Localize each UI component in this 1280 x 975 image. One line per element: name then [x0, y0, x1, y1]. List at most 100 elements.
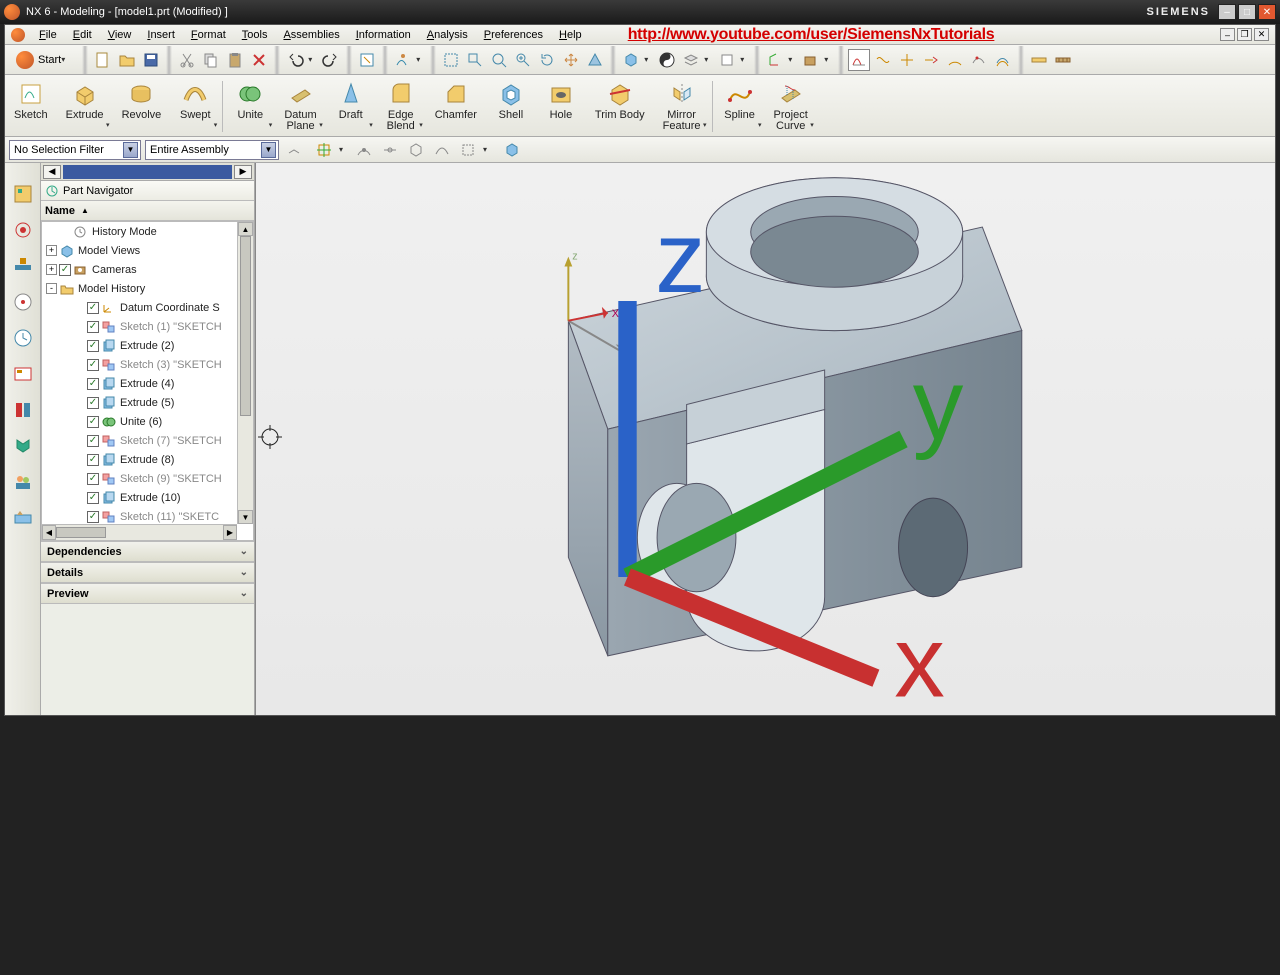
- new-file-icon[interactable]: [92, 49, 114, 71]
- yinyang-icon[interactable]: [656, 49, 678, 71]
- menu-analysis[interactable]: Analysis: [419, 29, 476, 41]
- checkbox[interactable]: [87, 359, 99, 371]
- checkbox[interactable]: [87, 492, 99, 504]
- checkbox[interactable]: [87, 302, 99, 314]
- delete-icon[interactable]: [248, 49, 270, 71]
- tree-row[interactable]: Sketch (9) "SKETCH: [42, 469, 253, 488]
- curve-tool-icon[interactable]: [872, 49, 894, 71]
- wcs-icon[interactable]: [764, 49, 786, 71]
- nav-column-header[interactable]: Name ▲: [41, 201, 254, 221]
- ribbon-project-curve[interactable]: ProjectCurve▾: [765, 77, 817, 136]
- tree-row[interactable]: Extrude (8): [42, 450, 253, 469]
- ribbon-trim-body[interactable]: Trim Body: [586, 77, 654, 136]
- menu-edit[interactable]: Edit: [65, 29, 100, 41]
- ribbon-revolve[interactable]: Revolve: [113, 77, 171, 136]
- hscroll-thumb[interactable]: [56, 527, 106, 538]
- checkbox[interactable]: [87, 473, 99, 485]
- menu-view[interactable]: View: [100, 29, 140, 41]
- part-navigator-tab-icon[interactable]: [12, 183, 34, 205]
- nav-active-tab[interactable]: [63, 165, 232, 179]
- hd3d-tab-icon[interactable]: [12, 363, 34, 385]
- snap-icon[interactable]: [313, 139, 335, 161]
- zoom-icon[interactable]: [488, 49, 510, 71]
- checkbox[interactable]: [87, 511, 99, 523]
- tree-row[interactable]: Sketch (7) "SKETCH: [42, 431, 253, 450]
- command-finder-icon[interactable]: [356, 49, 378, 71]
- ribbon-unite[interactable]: Unite▾: [225, 77, 275, 136]
- constraint-navigator-tab-icon[interactable]: [12, 255, 34, 277]
- checkbox[interactable]: [59, 264, 71, 276]
- snap-curve-icon[interactable]: [431, 139, 453, 161]
- vscroll-thumb[interactable]: [240, 236, 251, 416]
- redo-icon[interactable]: [320, 49, 342, 71]
- menu-tools[interactable]: Tools: [234, 29, 276, 41]
- expander-icon[interactable]: +: [46, 264, 57, 275]
- menu-information[interactable]: Information: [348, 29, 419, 41]
- mdi-close-button[interactable]: ✕: [1254, 28, 1269, 41]
- ribbon-hole[interactable]: Hole: [536, 77, 586, 136]
- menu-preferences[interactable]: Preferences: [476, 29, 551, 41]
- move-curve-icon[interactable]: [968, 49, 990, 71]
- mdi-minimize-button[interactable]: –: [1220, 28, 1235, 41]
- trim-icon[interactable]: [896, 49, 918, 71]
- checkbox[interactable]: [87, 378, 99, 390]
- checkbox[interactable]: [87, 397, 99, 409]
- fit-icon[interactable]: [440, 49, 462, 71]
- zoom-inout-icon[interactable]: [512, 49, 534, 71]
- nav-scroll-left-button[interactable]: ◀: [43, 165, 61, 179]
- menu-assemblies[interactable]: Assemblies: [275, 29, 347, 41]
- ribbon-extrude[interactable]: Extrude▾: [57, 77, 113, 136]
- copy-icon[interactable]: [200, 49, 222, 71]
- measure-icon[interactable]: [1028, 49, 1050, 71]
- paste-icon[interactable]: [224, 49, 246, 71]
- extend-icon[interactable]: [920, 49, 942, 71]
- dependencies-accordion[interactable]: Dependencies⌄: [41, 541, 254, 562]
- ribbon-shell[interactable]: Shell: [486, 77, 536, 136]
- people-tab-icon[interactable]: [12, 471, 34, 493]
- tree-row[interactable]: Datum Coordinate S: [42, 298, 253, 317]
- arc-icon[interactable]: [944, 49, 966, 71]
- expander-icon[interactable]: +: [46, 245, 57, 256]
- open-file-icon[interactable]: [116, 49, 138, 71]
- ribbon-datum-plane[interactable]: DatumPlane▾: [275, 77, 325, 136]
- tree-row[interactable]: +Cameras: [42, 260, 253, 279]
- scroll-up-button[interactable]: ▲: [238, 222, 253, 236]
- feature-tree[interactable]: History Mode+Model Views+Cameras-Model H…: [41, 221, 254, 541]
- menu-file[interactable]: File: [31, 29, 65, 41]
- selection-filter-combo[interactable]: No Selection Filter ▼: [9, 140, 141, 160]
- filter-icon-1[interactable]: [283, 139, 305, 161]
- checkbox[interactable]: [87, 321, 99, 333]
- perspective-icon[interactable]: [584, 49, 606, 71]
- tree-row[interactable]: -Model History: [42, 279, 253, 298]
- pan-icon[interactable]: [560, 49, 582, 71]
- snap-select-icon[interactable]: [457, 139, 479, 161]
- checkbox[interactable]: [87, 416, 99, 428]
- nav-scroll-right-button[interactable]: ▶: [234, 165, 252, 179]
- tree-row[interactable]: Extrude (5): [42, 393, 253, 412]
- scroll-right-button[interactable]: ▶: [223, 525, 237, 540]
- scroll-left-button[interactable]: ◀: [42, 525, 56, 540]
- tree-row[interactable]: +Model Views: [42, 241, 253, 260]
- render-style-icon[interactable]: [620, 49, 642, 71]
- sketch-task-icon[interactable]: [848, 49, 870, 71]
- ribbon-sketch[interactable]: Sketch: [5, 77, 57, 136]
- ribbon-chamfer[interactable]: Chamfer: [426, 77, 486, 136]
- checkbox[interactable]: [87, 454, 99, 466]
- tree-row[interactable]: Extrude (4): [42, 374, 253, 393]
- scroll-down-button[interactable]: ▼: [238, 510, 253, 524]
- ribbon-edge-blend[interactable]: EdgeBlend▾: [376, 77, 426, 136]
- minimize-button[interactable]: –: [1218, 4, 1236, 20]
- cube-display-icon[interactable]: [501, 139, 523, 161]
- ribbon-swept[interactable]: Swept▾: [170, 77, 220, 136]
- history-tab-icon[interactable]: [12, 327, 34, 349]
- ribbon-mirror-feature[interactable]: MirrorFeature▾: [654, 77, 710, 136]
- tree-row[interactable]: Unite (6): [42, 412, 253, 431]
- visualization-tab-icon[interactable]: [12, 507, 34, 529]
- tree-row[interactable]: Sketch (1) "SKETCH: [42, 317, 253, 336]
- snap-body-icon[interactable]: [405, 139, 427, 161]
- maximize-button[interactable]: □: [1238, 4, 1256, 20]
- assembly-filter-combo[interactable]: Entire Assembly ▼: [145, 140, 279, 160]
- menu-format[interactable]: Format: [183, 29, 234, 41]
- tree-row[interactable]: Extrude (10): [42, 488, 253, 507]
- start-menu-button[interactable]: Start ▾: [9, 48, 78, 72]
